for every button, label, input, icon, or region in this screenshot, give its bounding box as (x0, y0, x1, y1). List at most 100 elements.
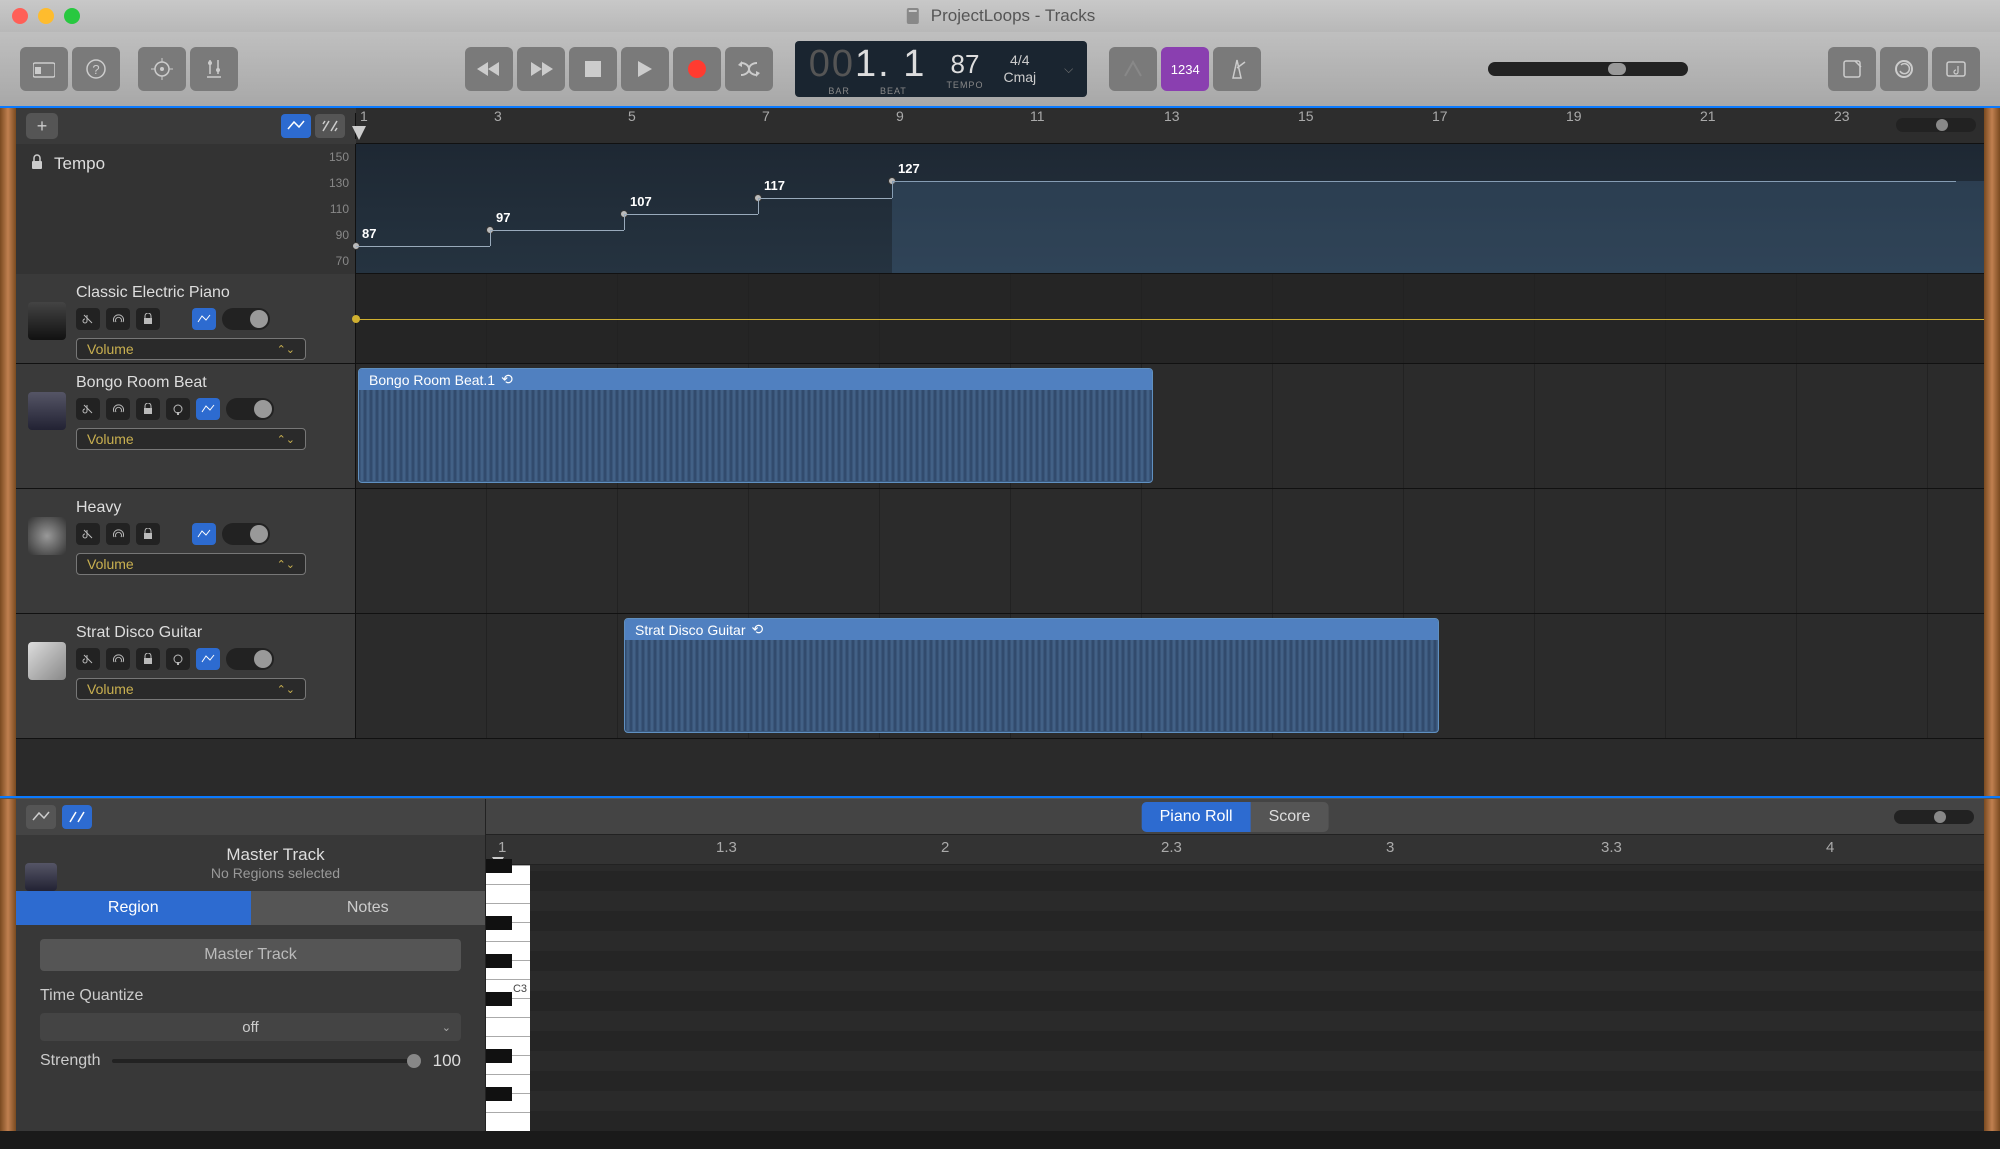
lcd-key[interactable]: Cmaj (1003, 69, 1036, 86)
media-browser-button[interactable] (1932, 47, 1980, 91)
horizontal-zoom-slider[interactable] (1894, 810, 1974, 824)
piano-roll-tab[interactable]: Piano Roll (1142, 802, 1251, 832)
master-volume-slider[interactable] (1488, 62, 1688, 76)
enable-toggle[interactable] (222, 523, 270, 545)
input-monitor-button[interactable] (166, 398, 190, 420)
instrument-icon[interactable] (28, 642, 66, 680)
close-window-button[interactable] (12, 8, 28, 24)
library-button[interactable] (20, 47, 68, 91)
instrument-icon[interactable] (28, 392, 66, 430)
timeline-ruler[interactable]: 1357911131517192123 (356, 108, 1984, 144)
loop-browser-button[interactable] (1880, 47, 1928, 91)
track-header[interactable]: Heavy Volume⌃⌄ (16, 489, 356, 613)
piano-key[interactable] (486, 922, 530, 941)
display-mode-button[interactable]: 1234 (1161, 47, 1209, 91)
mute-button[interactable] (76, 648, 100, 670)
automation-point[interactable] (352, 315, 360, 323)
piano-key[interactable] (486, 960, 530, 979)
track-lane[interactable] (356, 489, 1984, 613)
mute-button[interactable] (76, 523, 100, 545)
enable-toggle[interactable] (226, 648, 274, 670)
tempo-point[interactable]: 107 (630, 194, 652, 209)
lock-icon[interactable] (30, 154, 44, 170)
region-name-field[interactable]: Master Track (40, 939, 461, 971)
track-lane[interactable]: Strat Disco Guitar⟲ (356, 614, 1984, 738)
piano-key[interactable] (486, 1055, 530, 1074)
lock-button[interactable] (136, 523, 160, 545)
notepad-button[interactable] (1828, 47, 1876, 91)
track-lane[interactable]: Bongo Room Beat.1⟲ (356, 364, 1984, 488)
score-tab[interactable]: Score (1251, 802, 1329, 832)
automation-mode-button[interactable] (192, 523, 216, 545)
solo-button[interactable] (106, 398, 130, 420)
piano-key[interactable] (486, 941, 530, 960)
lcd-tempo[interactable]: 87 (950, 49, 979, 80)
count-in-button[interactable] (1109, 47, 1157, 91)
catch-playhead-button[interactable] (315, 114, 345, 138)
automation-mode-button[interactable] (192, 308, 216, 330)
piano-key[interactable] (486, 1036, 530, 1055)
solo-button[interactable] (106, 648, 130, 670)
lock-button[interactable] (136, 648, 160, 670)
metronome-button[interactable] (1213, 47, 1261, 91)
tempo-point[interactable]: 117 (764, 178, 785, 193)
record-button[interactable] (673, 47, 721, 91)
piano-key[interactable] (486, 865, 530, 884)
piano-key[interactable] (486, 884, 530, 903)
quick-help-button[interactable]: ? (72, 47, 120, 91)
cycle-button[interactable] (725, 47, 773, 91)
forward-button[interactable] (517, 47, 565, 91)
editor-automation-button[interactable] (26, 805, 56, 829)
track-header[interactable]: Strat Disco Guitar Volume⌃⌄ (16, 614, 356, 738)
solo-button[interactable] (106, 308, 130, 330)
piano-key[interactable] (486, 1017, 530, 1036)
stop-button[interactable] (569, 47, 617, 91)
audio-region[interactable]: Bongo Room Beat.1⟲ (358, 368, 1153, 483)
audio-region[interactable]: Strat Disco Guitar⟲ (624, 618, 1439, 733)
editor-catch-button[interactable] (62, 805, 92, 829)
input-monitor-button[interactable] (166, 648, 190, 670)
automation-mode-button[interactable] (196, 648, 220, 670)
automation-param-select[interactable]: Volume⌃⌄ (76, 678, 306, 700)
lcd-display[interactable]: 001. 1 BARBEAT 87 TEMPO 4/4 Cmaj ⌵ (795, 41, 1087, 97)
piano-key[interactable] (486, 1074, 530, 1093)
lcd-timesig[interactable]: 4/4 (1003, 52, 1036, 69)
region-tab[interactable]: Region (16, 891, 251, 925)
quantize-select[interactable]: off⌄ (40, 1013, 461, 1041)
solo-button[interactable] (106, 523, 130, 545)
automation-param-select[interactable]: Volume⌃⌄ (76, 338, 306, 360)
piano-key[interactable] (486, 998, 530, 1017)
automation-mode-button[interactable] (196, 398, 220, 420)
enable-toggle[interactable] (226, 398, 274, 420)
track-header[interactable]: Classic Electric Piano Volume⌃⌄ (16, 274, 356, 363)
strength-slider[interactable] (112, 1059, 420, 1063)
editor-ruler[interactable]: 11.322.333.34 (486, 835, 1984, 865)
track-lane[interactable] (356, 274, 1984, 363)
editors-button[interactable] (190, 47, 238, 91)
mute-button[interactable] (76, 308, 100, 330)
track-header[interactable]: Bongo Room Beat Volume⌃⌄ (16, 364, 356, 488)
tempo-point[interactable]: 97 (496, 210, 510, 225)
piano-key[interactable] (486, 1112, 530, 1131)
rewind-button[interactable] (465, 47, 513, 91)
automation-line[interactable] (356, 319, 1984, 320)
minimize-window-button[interactable] (38, 8, 54, 24)
instrument-icon[interactable] (28, 517, 66, 555)
lock-button[interactable] (136, 398, 160, 420)
tracks-zoom-slider[interactable] (1896, 118, 1976, 132)
piano-key[interactable] (486, 1093, 530, 1112)
piano-keyboard[interactable]: C3 (486, 865, 530, 1131)
piano-key[interactable]: C3 (486, 979, 530, 998)
tempo-point[interactable]: 87 (362, 226, 376, 241)
tempo-lane[interactable]: 8797107117127 (356, 144, 1984, 274)
lcd-menu-chevron-icon[interactable]: ⌵ (1064, 62, 1073, 77)
piano-roll-grid[interactable] (530, 865, 1984, 1131)
smart-controls-button[interactable] (138, 47, 186, 91)
notes-tab[interactable]: Notes (251, 891, 486, 925)
instrument-icon[interactable] (28, 302, 66, 340)
enable-toggle[interactable] (222, 308, 270, 330)
lock-button[interactable] (136, 308, 160, 330)
piano-key[interactable] (486, 903, 530, 922)
play-button[interactable] (621, 47, 669, 91)
mute-button[interactable] (76, 398, 100, 420)
